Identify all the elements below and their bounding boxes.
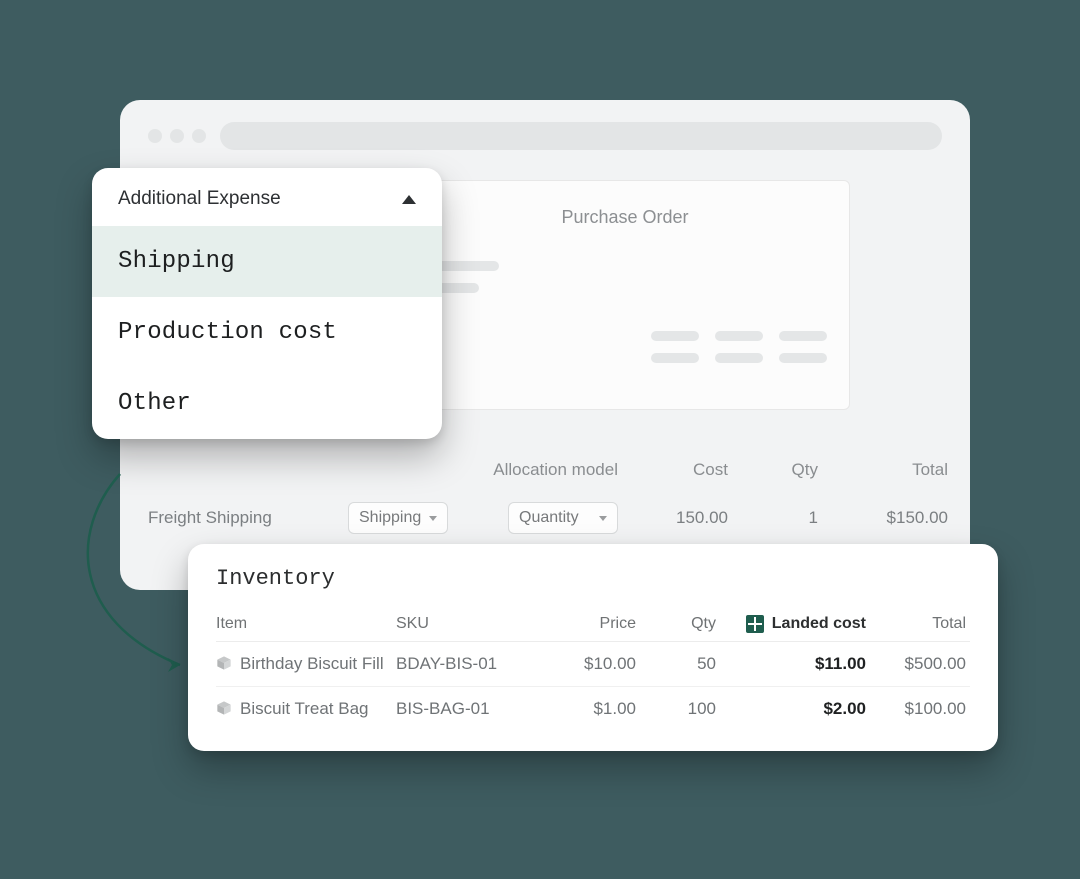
item-price: $1.00 [536,699,636,719]
item-total: $100.00 [866,699,966,719]
window-dot [170,129,184,143]
inventory-card: Inventory Item SKU Price Qty Landed cost… [188,544,998,751]
item-name: Birthday Biscuit Fill [216,654,396,674]
additional-expense-dropdown[interactable]: Additional Expense Shipping Production c… [92,168,442,439]
url-bar[interactable] [220,122,942,150]
package-icon [216,655,232,671]
window-dot [148,129,162,143]
chevron-up-icon [402,195,416,204]
purchase-order-title: Purchase Order [429,207,821,228]
header-qty: Qty [728,460,818,480]
expense-type-value: Shipping [359,509,421,527]
item-qty: 100 [636,699,716,719]
header-qty: Qty [636,615,716,633]
dropdown-label: Additional Expense [118,188,281,210]
chevron-down-icon [599,516,607,521]
header-price: Price [536,615,636,633]
browser-chrome [148,122,942,150]
expense-type-select[interactable]: Shipping [348,502,448,534]
inventory-headers: Item SKU Price Qty Landed cost Total [216,607,970,642]
item-sku: BIS-BAG-01 [396,699,536,719]
skeleton-cluster [651,331,827,375]
chevron-down-icon [429,516,437,521]
item-price: $10.00 [536,654,636,674]
item-total: $500.00 [866,654,966,674]
item-sku: BDAY-BIS-01 [396,654,536,674]
item-qty: 50 [636,654,716,674]
expense-cost: 150.00 [618,508,728,528]
window-dot [192,129,206,143]
allocation-model-select[interactable]: Quantity [508,502,618,534]
dropdown-option-other[interactable]: Other [92,368,442,439]
dropdown-header[interactable]: Additional Expense [92,168,442,226]
purchase-order-card: Purchase Order [400,180,850,410]
header-landed-cost: Landed cost [716,615,866,633]
expense-table: Allocation model Cost Qty Total Freight … [148,460,948,546]
header-total: Total [818,460,948,480]
header-cost: Cost [618,460,728,480]
expense-row: Freight Shipping Shipping Quantity 150.0… [148,490,948,546]
dropdown-option-production-cost[interactable]: Production cost [92,297,442,368]
item-landed-cost: $2.00 [716,699,866,719]
expense-name: Freight Shipping [148,508,348,528]
inventory-title: Inventory [216,566,970,591]
dropdown-option-shipping[interactable]: Shipping [92,226,442,297]
allocation-model-value: Quantity [519,509,579,527]
item-name: Biscuit Treat Bag [216,699,396,719]
header-allocation: Allocation model [478,460,618,480]
item-landed-cost: $11.00 [716,654,866,674]
header-sku: SKU [396,615,536,633]
expense-headers: Allocation model Cost Qty Total [148,460,948,490]
expense-qty: 1 [728,508,818,528]
inventory-row: Birthday Biscuit Fill BDAY-BIS-01 $10.00… [216,642,970,687]
window-controls [148,129,206,143]
header-item: Item [216,615,396,633]
package-icon [216,700,232,716]
calculator-icon [746,615,764,633]
expense-total: $150.00 [818,508,948,528]
header-total: Total [866,615,966,633]
inventory-row: Biscuit Treat Bag BIS-BAG-01 $1.00 100 $… [216,687,970,731]
